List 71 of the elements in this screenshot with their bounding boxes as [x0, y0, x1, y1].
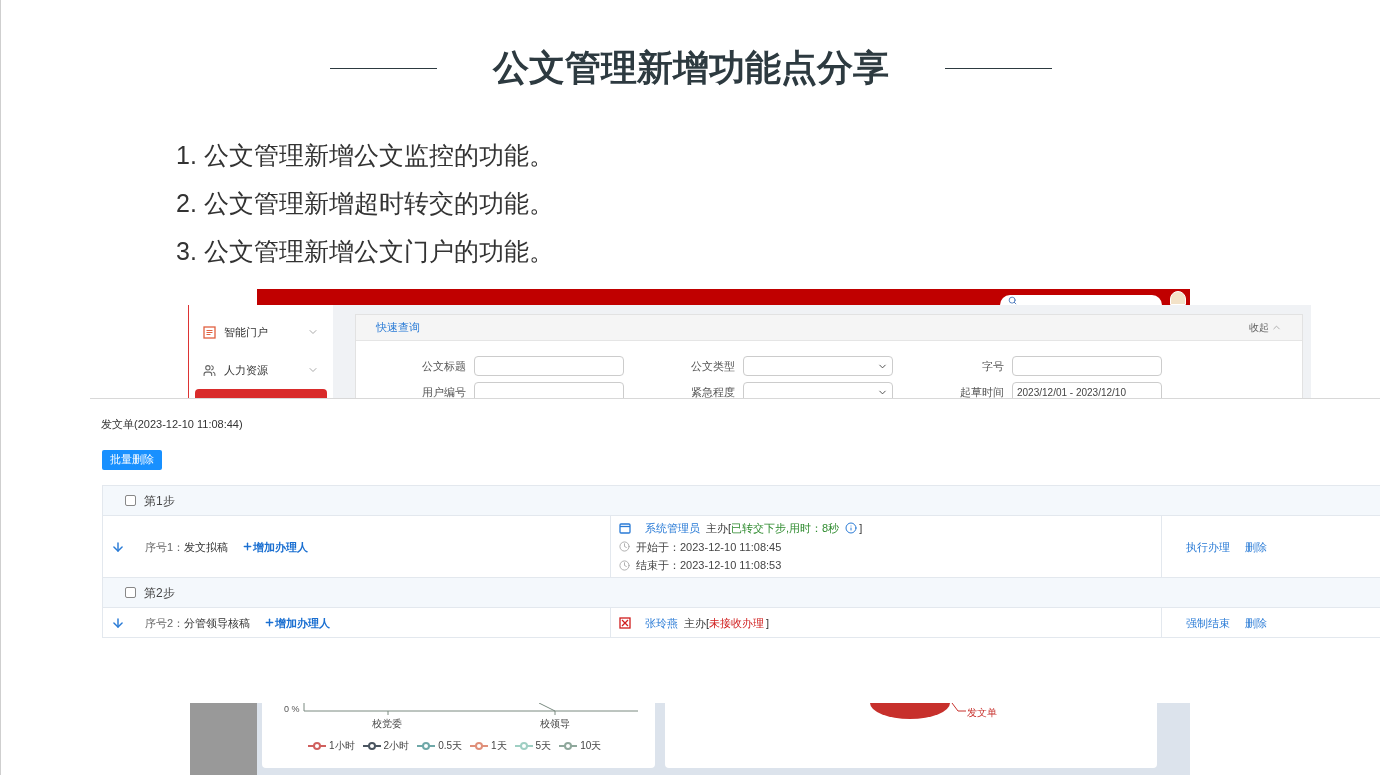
legend-label: 1小时: [329, 739, 355, 753]
arrow-down-icon: [111, 615, 125, 630]
search-icon: [1008, 296, 1017, 305]
start-time: 开始于：2023-12-10 11:08:45: [636, 539, 782, 555]
slide-title: 公文管理新增功能点分享: [492, 46, 889, 90]
add-handler-link[interactable]: 增加办理人: [242, 538, 309, 555]
sidebar-item[interactable]: 智能门户: [189, 313, 333, 351]
quick-query-title: 快速查询: [376, 320, 420, 336]
portal-icon: [203, 325, 216, 339]
input-field[interactable]: [474, 356, 624, 376]
pie-label: 发文单: [967, 706, 997, 720]
select-field[interactable]: [743, 356, 893, 376]
clock-icon: [619, 541, 630, 553]
bracket: ]: [766, 615, 770, 631]
step-checkbox[interactable]: [125, 587, 136, 599]
add-handler-link[interactable]: 增加办理人: [264, 614, 331, 631]
action-link[interactable]: 强制结束: [1186, 614, 1230, 631]
input-field[interactable]: [1012, 356, 1162, 376]
sidebar-strip: [190, 703, 257, 775]
legend-label: 5天: [535, 739, 552, 753]
step-name: 序号2：分管领导核稿: [145, 615, 251, 631]
bracket: [: [728, 521, 732, 536]
action-link[interactable]: 执行办理: [1186, 538, 1230, 555]
field-label: 用户编号: [422, 384, 466, 398]
clock-icon: [619, 559, 630, 571]
legend-label: 2小时: [383, 739, 410, 753]
sidebar-item[interactable]: 人力资源: [189, 351, 333, 389]
handler-status: 未接收办理: [709, 615, 765, 631]
step-label: 第2步: [144, 584, 175, 602]
select-field[interactable]: [743, 382, 893, 398]
bullet-point: 3. 公文管理新增公文门户的功能。: [176, 236, 555, 267]
input-field[interactable]: 2023/12/01 - 2023/12/10: [1012, 382, 1162, 398]
handler-role: 主办: [706, 521, 728, 536]
handler-name[interactable]: 张玲燕: [645, 614, 678, 631]
info-icon: [845, 522, 858, 535]
field-label: 公文标题: [422, 358, 466, 374]
flow-title: 发文单(2023-12-10 11:08:44): [101, 417, 244, 432]
bullet-point: 2. 公文管理新增超时转交的功能。: [176, 188, 555, 219]
handler-name[interactable]: 系统管理员: [645, 520, 700, 537]
avatar[interactable]: [1170, 291, 1186, 305]
legend-label: 0.5天: [438, 739, 463, 753]
handler-status: 已转交下步,用时：8秒: [731, 521, 840, 536]
document-error-icon: [619, 616, 631, 629]
plus-icon: [242, 541, 254, 553]
plus-icon: [264, 617, 276, 629]
bullet-point: 1. 公文管理新增公文监控的功能。: [176, 140, 555, 171]
step-label: 第1步: [144, 492, 175, 510]
x-axis-label: 校领导: [540, 717, 570, 730]
search-field[interactable]: [1000, 295, 1162, 305]
bracket: [: [706, 615, 710, 631]
collapse-button[interactable]: 收起: [1249, 320, 1282, 335]
input-field[interactable]: [474, 382, 624, 398]
bracket: ]: [859, 521, 863, 536]
batch-delete-button[interactable]: 批量删除: [102, 449, 162, 470]
people-icon: [203, 363, 216, 377]
field-label: 紧急程度: [691, 384, 735, 398]
end-time: 结束于：2023-12-10 11:08:53: [636, 558, 782, 573]
field-label: 字号: [982, 358, 1004, 374]
y-tick-label: 0 %: [284, 703, 300, 717]
field-label: 公文类型: [691, 358, 735, 374]
step-name: 序号1：发文拟稿: [145, 539, 229, 555]
legend-label: 10天: [580, 739, 602, 753]
action-link[interactable]: 删除: [1245, 538, 1267, 555]
arrow-down-icon: [111, 539, 125, 554]
action-link[interactable]: 删除: [1245, 614, 1267, 631]
step-checkbox[interactable]: [125, 495, 136, 507]
field-label: 起草时间: [960, 384, 1004, 398]
handler-role: 主办: [684, 615, 706, 631]
x-axis-label: 校党委: [372, 717, 402, 730]
legend-label: 1天: [491, 739, 507, 753]
document-icon: [619, 522, 631, 535]
